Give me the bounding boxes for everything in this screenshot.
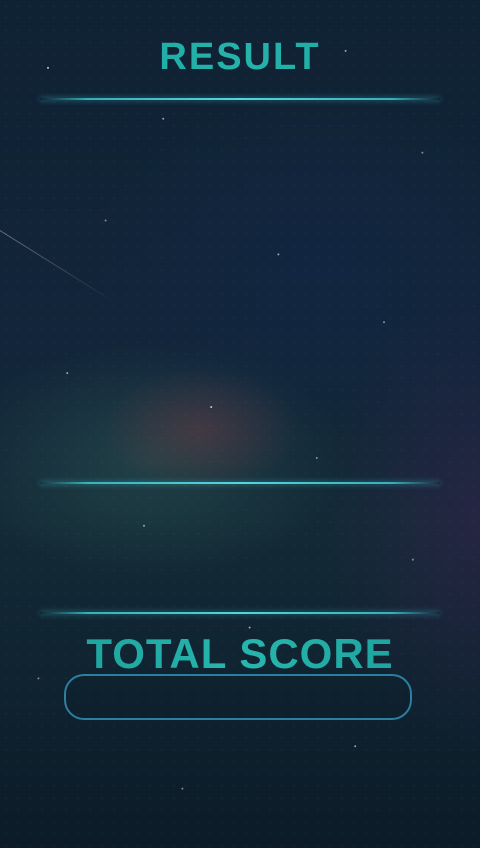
total-score-box bbox=[64, 674, 412, 720]
bottom-divider bbox=[40, 612, 440, 614]
starfield bbox=[0, 0, 480, 848]
top-divider bbox=[40, 98, 440, 100]
total-score-label: TOTAL SCORE bbox=[0, 630, 480, 678]
middle-divider bbox=[40, 482, 440, 484]
result-title: RESULT bbox=[0, 36, 480, 79]
